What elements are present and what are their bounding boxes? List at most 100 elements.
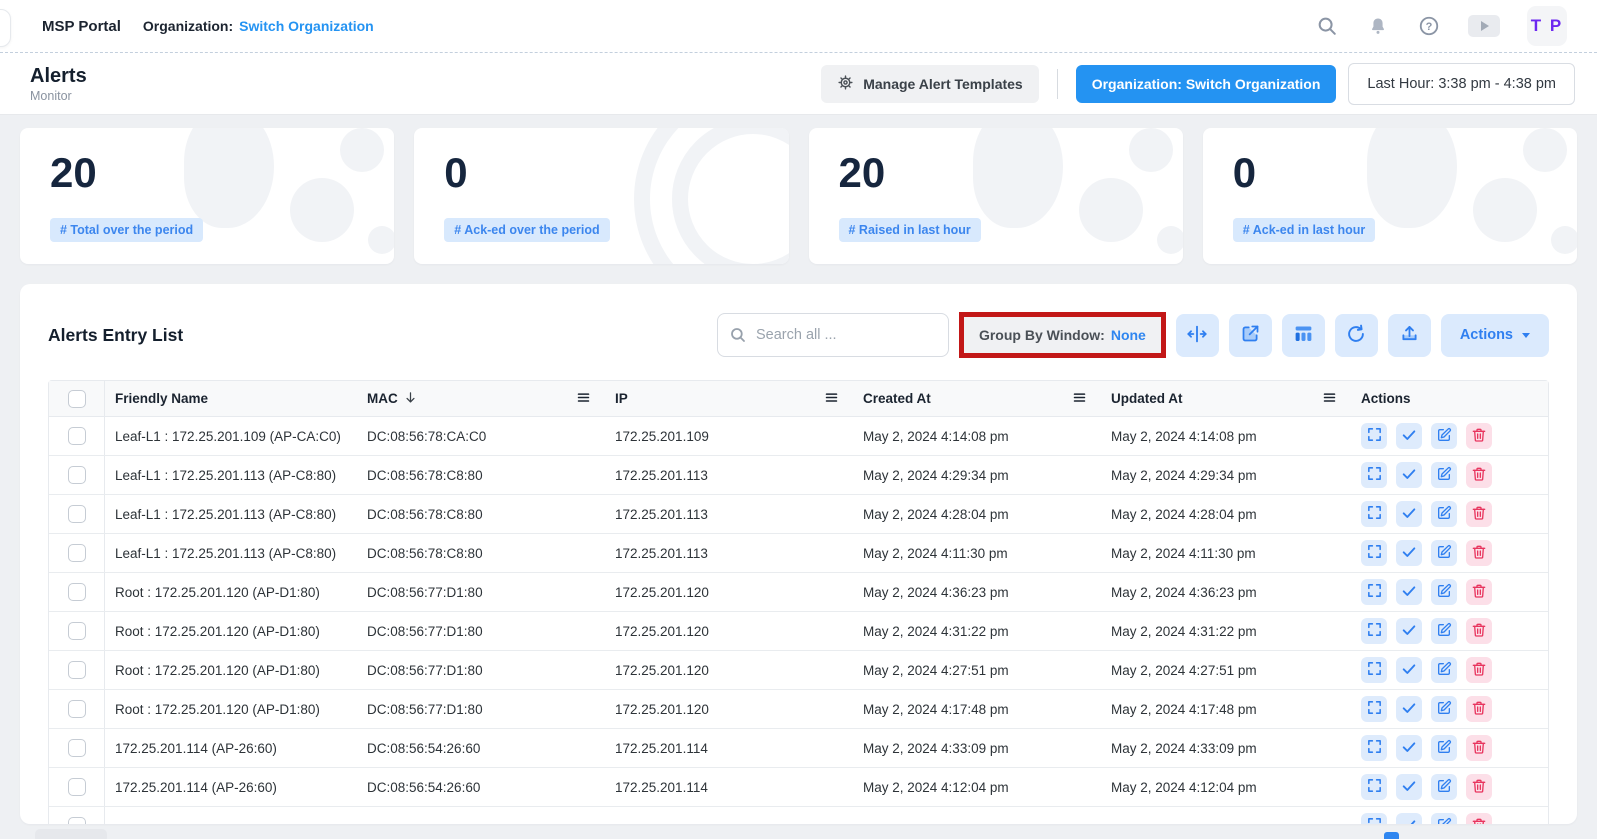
delete-button[interactable]	[1466, 423, 1492, 449]
acknowledge-button[interactable]	[1396, 813, 1422, 824]
cell-updated-at: May 2, 2024 4:12:04 pm	[1101, 780, 1351, 795]
column-settings-button[interactable]	[1282, 314, 1325, 357]
delete-button[interactable]	[1466, 657, 1492, 683]
delete-button[interactable]	[1466, 462, 1492, 488]
edit-button[interactable]	[1431, 579, 1457, 605]
edit-button[interactable]	[1431, 462, 1457, 488]
search-icon[interactable]	[1315, 14, 1339, 38]
row-checkbox[interactable]	[68, 739, 86, 757]
expand-row-button[interactable]	[1361, 657, 1387, 683]
user-avatar[interactable]: T P	[1527, 6, 1567, 46]
acknowledge-button[interactable]	[1396, 696, 1422, 722]
delete-button[interactable]	[1466, 579, 1492, 605]
manage-alert-templates-button[interactable]: Manage Alert Templates	[821, 65, 1039, 103]
delete-button[interactable]	[1466, 501, 1492, 527]
edit-button[interactable]	[1431, 774, 1457, 800]
page-size-selector-partial[interactable]	[35, 829, 107, 839]
bell-icon[interactable]	[1366, 14, 1390, 38]
expand-row-button[interactable]	[1361, 696, 1387, 722]
cell-ip: 172.25.201.113	[605, 468, 853, 483]
cell-friendly-name: Root : 172.25.201.120 (AP-D1:80)	[105, 585, 357, 600]
time-range-button[interactable]: Last Hour: 3:38 pm - 4:38 pm	[1348, 63, 1575, 105]
row-checkbox[interactable]	[68, 544, 86, 562]
edit-button[interactable]	[1431, 657, 1457, 683]
cell-friendly-name: Leaf-L1 : 172.25.201.113 (AP-C8:80)	[105, 507, 357, 522]
open-in-new-window-button[interactable]	[1229, 314, 1272, 357]
delete-button[interactable]	[1466, 540, 1492, 566]
column-menu-icon[interactable]	[1322, 390, 1337, 408]
sidebar-collapse-tab[interactable]	[0, 9, 11, 47]
acknowledge-button[interactable]	[1396, 501, 1422, 527]
edit-button[interactable]	[1431, 501, 1457, 527]
expand-row-button[interactable]	[1361, 813, 1387, 824]
acknowledge-button[interactable]	[1396, 423, 1422, 449]
brand-title: MSP Portal	[42, 18, 121, 35]
expand-row-button[interactable]	[1361, 618, 1387, 644]
column-header-created-at[interactable]: Created At	[853, 390, 1101, 408]
cell-actions	[1351, 579, 1548, 605]
edit-button[interactable]	[1431, 423, 1457, 449]
acknowledge-button[interactable]	[1396, 540, 1422, 566]
expand-row-button[interactable]	[1361, 579, 1387, 605]
cell-actions	[1351, 735, 1548, 761]
stats-row: 20 # Total over the period 0 # Ack-ed ov…	[20, 128, 1577, 264]
row-checkbox[interactable]	[68, 817, 86, 824]
help-icon[interactable]: ?	[1417, 14, 1441, 38]
column-header-updated-at[interactable]: Updated At	[1101, 390, 1351, 408]
pagination-active-page-partial[interactable]	[1384, 832, 1399, 839]
column-header-ip[interactable]: IP	[605, 390, 853, 408]
check-icon	[1401, 739, 1417, 758]
trash-icon	[1471, 817, 1487, 825]
row-checkbox[interactable]	[68, 778, 86, 796]
group-by-window-button[interactable]: Group By Window: None	[964, 317, 1161, 353]
delete-button[interactable]	[1466, 774, 1492, 800]
edit-button[interactable]	[1431, 696, 1457, 722]
acknowledge-button[interactable]	[1396, 657, 1422, 683]
row-checkbox[interactable]	[68, 505, 86, 523]
delete-button[interactable]	[1466, 618, 1492, 644]
column-header-friendly-name[interactable]: Friendly Name	[105, 391, 357, 406]
row-checkbox[interactable]	[68, 661, 86, 679]
refresh-button[interactable]	[1335, 314, 1378, 357]
column-header-mac[interactable]: MAC	[357, 390, 605, 408]
acknowledge-button[interactable]	[1396, 462, 1422, 488]
organization-scope-button[interactable]: Organization: Switch Organization	[1076, 65, 1337, 103]
switch-organization-link[interactable]: Switch Organization	[239, 18, 374, 34]
row-checkbox[interactable]	[68, 700, 86, 718]
acknowledge-button[interactable]	[1396, 735, 1422, 761]
expand-row-button[interactable]	[1361, 501, 1387, 527]
column-menu-icon[interactable]	[1072, 390, 1087, 408]
panel-header: Alerts Entry List Group By Window: None	[48, 312, 1549, 358]
row-checkbox[interactable]	[68, 622, 86, 640]
row-checkbox[interactable]	[68, 583, 86, 601]
acknowledge-button[interactable]	[1396, 618, 1422, 644]
acknowledge-button[interactable]	[1396, 774, 1422, 800]
edit-button[interactable]	[1431, 618, 1457, 644]
expand-row-button[interactable]	[1361, 540, 1387, 566]
video-tutorial-icon[interactable]	[1468, 15, 1500, 37]
row-checkbox[interactable]	[68, 427, 86, 445]
edit-button[interactable]	[1431, 813, 1457, 824]
expand-row-button[interactable]	[1361, 462, 1387, 488]
actions-dropdown-button[interactable]: Actions	[1441, 314, 1549, 357]
row-checkbox[interactable]	[68, 466, 86, 484]
table-row: Leaf-L1 : 172.25.201.113 (AP-C8:80) DC:0…	[49, 456, 1548, 495]
expand-icon	[1366, 426, 1383, 446]
expand-row-button[interactable]	[1361, 735, 1387, 761]
delete-button[interactable]	[1466, 813, 1492, 824]
export-button[interactable]	[1388, 314, 1431, 357]
search-input[interactable]	[717, 313, 949, 357]
edit-button[interactable]	[1431, 540, 1457, 566]
acknowledge-button[interactable]	[1396, 579, 1422, 605]
select-all-checkbox[interactable]	[68, 390, 86, 408]
expand-row-button[interactable]	[1361, 423, 1387, 449]
delete-button[interactable]	[1466, 735, 1492, 761]
column-menu-icon[interactable]	[824, 390, 839, 408]
edit-pencil-icon	[1436, 544, 1452, 563]
edit-button[interactable]	[1431, 735, 1457, 761]
delete-button[interactable]	[1466, 696, 1492, 722]
column-menu-icon[interactable]	[576, 390, 591, 408]
org-label: Organization:	[143, 18, 233, 34]
expand-row-button[interactable]	[1361, 774, 1387, 800]
resize-columns-button[interactable]	[1176, 314, 1219, 357]
